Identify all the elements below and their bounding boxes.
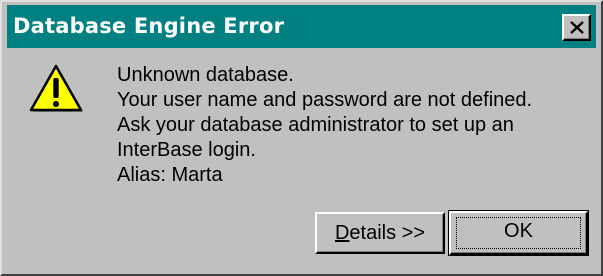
message-line: Unknown database. xyxy=(117,64,294,86)
error-message: Unknown database. Your user name and pas… xyxy=(117,63,587,188)
message-line: InterBase login. xyxy=(117,139,256,161)
dialog-title: Database Engine Error xyxy=(13,14,285,38)
message-line: Your user name and password are not defi… xyxy=(117,89,533,111)
details-accelerator: D xyxy=(334,222,350,244)
message-line: Alias: Marta xyxy=(117,164,223,186)
ok-button[interactable]: OK xyxy=(448,210,589,256)
message-line: Ask your database administrator to set u… xyxy=(117,114,514,136)
close-icon xyxy=(570,21,584,34)
error-dialog: Database Engine Error Unknown database. … xyxy=(0,0,603,276)
ok-label: OK xyxy=(504,220,533,242)
details-label: etails >> xyxy=(349,222,426,244)
close-button[interactable] xyxy=(562,14,591,41)
warning-icon xyxy=(29,64,83,112)
details-button[interactable]: Details >> xyxy=(315,212,445,254)
title-bar[interactable]: Database Engine Error xyxy=(7,5,596,48)
